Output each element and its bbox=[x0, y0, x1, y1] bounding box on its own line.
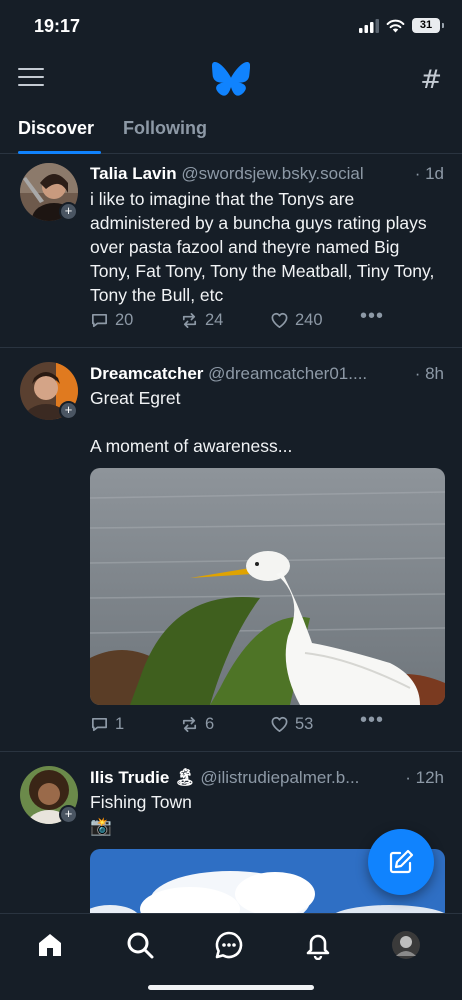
follow-plus-icon[interactable]: + bbox=[59, 202, 78, 221]
tab-discover[interactable]: Discover bbox=[18, 118, 94, 139]
post-text: Great Egret A moment of awareness... bbox=[90, 388, 293, 456]
repost-button[interactable]: 6 bbox=[180, 715, 214, 734]
reply-icon bbox=[91, 717, 108, 732]
post-actions: 1 6 53 ••• bbox=[90, 709, 444, 739]
post-header: Ilis Trudie 🏝 @ilistrudiepalmer.b... bbox=[90, 768, 392, 788]
compose-button[interactable] bbox=[368, 829, 434, 895]
author-name[interactable]: Ilis Trudie 🏝 bbox=[90, 768, 196, 787]
like-count: 53 bbox=[295, 715, 314, 733]
reply-count: 20 bbox=[115, 311, 134, 329]
heart-icon bbox=[271, 312, 288, 329]
post-actions: 20 24 240 ••• bbox=[90, 305, 444, 335]
post-card[interactable]: + Talia Lavin @swordsjew.bsky.social · 1… bbox=[0, 155, 462, 348]
follow-plus-icon[interactable]: + bbox=[59, 805, 78, 824]
post-time: · 12h bbox=[405, 768, 444, 787]
author-handle[interactable]: @dreamcatcher01.... bbox=[208, 364, 367, 383]
post-header: Talia Lavin @swordsjew.bsky.social bbox=[90, 164, 392, 184]
chat-icon[interactable] bbox=[214, 930, 244, 960]
like-count: 240 bbox=[295, 311, 323, 329]
feed-tabs: Discover Following bbox=[0, 104, 462, 154]
compose-icon bbox=[389, 849, 414, 874]
post-time: · 1d bbox=[414, 164, 444, 183]
post-image[interactable] bbox=[90, 468, 445, 705]
menu-icon[interactable] bbox=[18, 68, 44, 90]
author-name[interactable]: Dreamcatcher bbox=[90, 364, 203, 383]
follow-plus-icon[interactable]: + bbox=[59, 401, 78, 420]
post-time: · 8h bbox=[414, 364, 444, 383]
reply-count: 1 bbox=[115, 715, 125, 733]
repost-icon bbox=[182, 716, 197, 733]
post-text: i like to imagine that the Tonys are adm… bbox=[90, 189, 435, 305]
status-icons: 31 bbox=[359, 18, 444, 33]
repost-count: 6 bbox=[205, 715, 215, 733]
hash-icon[interactable]: # bbox=[420, 65, 442, 95]
heart-icon bbox=[271, 716, 288, 733]
battery-indicator: 31 bbox=[412, 18, 444, 33]
post-card[interactable]: + Dreamcatcher @dreamcatcher01.... · 8h … bbox=[0, 349, 462, 752]
tab-following[interactable]: Following bbox=[123, 118, 207, 139]
repost-button[interactable]: 24 bbox=[180, 311, 223, 330]
profile-avatar[interactable] bbox=[391, 930, 421, 960]
author-handle[interactable]: @ilistrudiepalmer.b... bbox=[200, 768, 359, 787]
repost-count: 24 bbox=[205, 311, 224, 329]
more-options-icon[interactable]: ••• bbox=[360, 305, 384, 328]
status-bar: 19:17 31 bbox=[0, 0, 462, 56]
active-tab-indicator bbox=[18, 151, 101, 154]
like-button[interactable]: 240 bbox=[270, 311, 323, 330]
reply-button[interactable]: 20 bbox=[90, 311, 133, 330]
reply-icon bbox=[91, 313, 108, 328]
home-icon[interactable] bbox=[35, 930, 65, 960]
author-handle[interactable]: @swordsjew.bsky.social bbox=[181, 164, 363, 183]
status-time: 19:17 bbox=[34, 16, 81, 36]
search-icon[interactable] bbox=[125, 930, 155, 960]
more-options-icon[interactable]: ••• bbox=[360, 709, 384, 732]
reply-button[interactable]: 1 bbox=[90, 715, 124, 734]
author-name[interactable]: Talia Lavin bbox=[90, 164, 177, 183]
top-bar: # bbox=[0, 56, 462, 104]
repost-icon bbox=[182, 312, 197, 329]
bell-icon[interactable] bbox=[303, 930, 333, 960]
wifi-icon bbox=[386, 19, 405, 32]
bottom-nav bbox=[0, 913, 462, 1000]
cellular-signal-icon bbox=[359, 18, 379, 33]
butterfly-icon[interactable] bbox=[212, 62, 250, 96]
post-header: Dreamcatcher @dreamcatcher01.... bbox=[90, 364, 392, 384]
like-button[interactable]: 53 bbox=[270, 715, 313, 734]
home-indicator bbox=[148, 985, 314, 990]
